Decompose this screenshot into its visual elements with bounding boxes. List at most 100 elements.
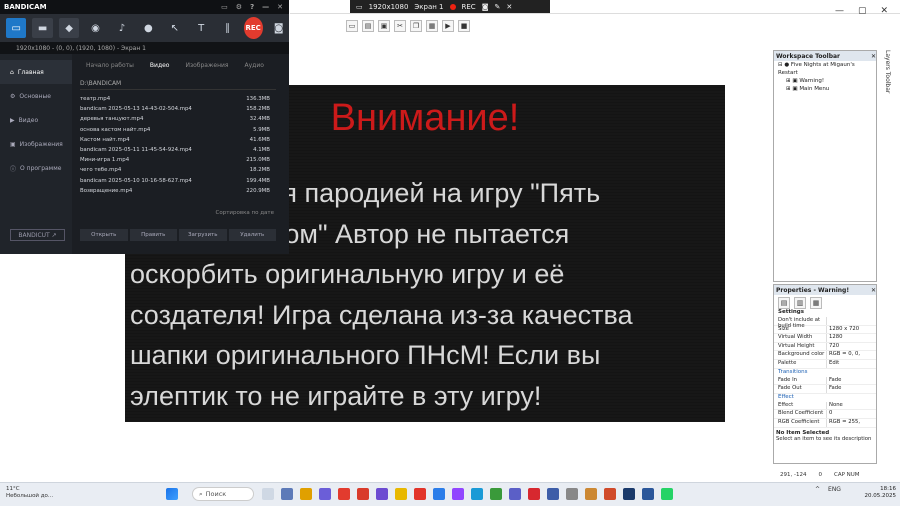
new-icon[interactable]: ▭ bbox=[346, 20, 358, 32]
yandex-icon[interactable] bbox=[338, 488, 350, 500]
tree-root[interactable]: ⊟ ● Five Nights at Migaun's Restart bbox=[778, 61, 876, 77]
folder-icon[interactable]: ▭ bbox=[221, 3, 228, 11]
sidebar-item-images[interactable]: ▣ Изображения bbox=[0, 132, 72, 156]
settings-tab-icon[interactable]: ▤ bbox=[778, 297, 790, 309]
close-icon[interactable]: ✕ bbox=[277, 3, 283, 11]
output-path[interactable]: D:\BANDICAM bbox=[80, 80, 276, 90]
speaker-icon[interactable]: ♪ bbox=[112, 18, 132, 38]
app-icon[interactable] bbox=[319, 488, 331, 500]
tab-audio[interactable]: Аудио bbox=[245, 62, 264, 76]
pencil-icon[interactable]: ✎ bbox=[495, 3, 501, 11]
tree-item-main-menu[interactable]: ⊞ ▣ Main Menu bbox=[778, 85, 876, 93]
property-row[interactable]: Virtual Height 720 bbox=[774, 342, 876, 352]
close-icon[interactable]: ✕ bbox=[871, 287, 876, 294]
explorer-icon[interactable] bbox=[300, 488, 312, 500]
sidebar-item-about[interactable]: ⓘ О программе bbox=[0, 156, 72, 180]
camera-icon[interactable]: ◙ bbox=[269, 18, 289, 38]
property-row[interactable]: Background color RGB = 0, 0, bbox=[774, 351, 876, 360]
powerpoint-icon[interactable] bbox=[604, 488, 616, 500]
property-row[interactable]: Fade Out Fade bbox=[774, 385, 876, 394]
tab-getting-started[interactable]: Начало работы bbox=[86, 62, 134, 76]
tab-video[interactable]: Видео bbox=[150, 62, 170, 76]
property-row[interactable]: RGB Coefficient RGB = 255, bbox=[774, 418, 876, 428]
app-icon[interactable] bbox=[452, 488, 464, 500]
app-icon[interactable] bbox=[357, 488, 369, 500]
layers-toolbar-tab[interactable]: Layers Toolbar bbox=[879, 50, 891, 110]
word-icon[interactable] bbox=[642, 488, 654, 500]
file-row[interactable]: Кастом найт.mp4 41.6MB bbox=[80, 137, 270, 147]
screen-mode-button[interactable]: ▭ bbox=[6, 18, 27, 38]
taskview-icon[interactable] bbox=[262, 488, 274, 500]
app-icon[interactable] bbox=[547, 488, 559, 500]
app-icon[interactable] bbox=[585, 488, 597, 500]
taskbar-search[interactable]: ⌕ Поиск bbox=[192, 487, 254, 501]
chevron-up-icon[interactable]: ^ bbox=[815, 486, 820, 493]
language-indicator[interactable]: ENG bbox=[828, 486, 841, 493]
help-icon[interactable]: ? bbox=[250, 3, 254, 11]
photoshop-icon[interactable] bbox=[623, 488, 635, 500]
sidebar-item-general[interactable]: ⚙ Основные bbox=[0, 84, 72, 108]
property-row[interactable]: Virtual Width 1280 bbox=[774, 334, 876, 343]
property-row[interactable]: Size 1280 x 720 bbox=[774, 325, 876, 335]
chrome-icon[interactable] bbox=[490, 488, 502, 500]
opera-icon[interactable] bbox=[414, 488, 426, 500]
file-row[interactable]: театр.mp4 136.3MB bbox=[80, 96, 270, 106]
app-icon[interactable] bbox=[566, 488, 578, 500]
file-row[interactable]: Возвращение.mp4 220.9MB bbox=[80, 188, 270, 198]
sidebar-item-video[interactable]: ▶ Видео bbox=[0, 108, 72, 132]
maximize-icon[interactable]: ▢ bbox=[858, 6, 867, 16]
play-icon[interactable]: ▶ bbox=[442, 20, 454, 32]
app-icon[interactable] bbox=[281, 488, 293, 500]
open-button[interactable]: Открыть bbox=[80, 229, 128, 241]
delete-button[interactable]: Удалить bbox=[228, 229, 276, 241]
rec-button[interactable]: REC bbox=[243, 17, 263, 39]
edge-icon[interactable] bbox=[471, 488, 483, 500]
property-row[interactable]: Effect None bbox=[774, 401, 876, 411]
tree-item-warning[interactable]: ⊞ ▣ Warning! bbox=[778, 77, 876, 85]
stop-icon[interactable]: ■ bbox=[458, 20, 470, 32]
edit-button[interactable]: Править bbox=[129, 229, 177, 241]
camera-icon[interactable]: ◙ bbox=[482, 3, 489, 11]
gear-icon[interactable]: ⚙ bbox=[236, 3, 242, 11]
app-icon[interactable] bbox=[376, 488, 388, 500]
whatsapp-icon[interactable] bbox=[661, 488, 673, 500]
app-icon[interactable] bbox=[509, 488, 521, 500]
hdmi-mode-button[interactable]: ▬ bbox=[32, 18, 53, 38]
bandicam-icon[interactable] bbox=[528, 488, 540, 500]
minimize-icon[interactable]: — bbox=[262, 3, 269, 11]
webcam-icon[interactable]: ◉ bbox=[85, 18, 105, 38]
weather-widget[interactable]: 11°C Небольшой до... bbox=[6, 486, 53, 500]
taskbar-clock[interactable]: 18:16 20.05.2025 bbox=[862, 486, 897, 500]
text-icon[interactable]: T bbox=[191, 18, 211, 38]
file-row[interactable]: bandicam 2025-05-11 11-45-54-924.mp4 4.1M… bbox=[80, 147, 270, 157]
rec-label[interactable]: REC bbox=[462, 3, 476, 11]
file-row[interactable]: Мини-игра 1.mp4 215.0MB bbox=[80, 157, 270, 167]
cut-icon[interactable]: ✂ bbox=[394, 20, 406, 32]
paste-icon[interactable]: ▦ bbox=[426, 20, 438, 32]
property-row[interactable]: Blend Coefficient 0 bbox=[774, 410, 876, 419]
copy-icon[interactable]: ❐ bbox=[410, 20, 422, 32]
close-icon[interactable]: ✕ bbox=[871, 53, 876, 60]
display-tab-icon[interactable]: ▥ bbox=[794, 297, 806, 309]
open-icon[interactable]: ▤ bbox=[362, 20, 374, 32]
game-mode-button[interactable]: ◆ bbox=[58, 18, 80, 38]
sort-label[interactable]: Сортировка по дате bbox=[180, 210, 274, 216]
tab-images[interactable]: Изображения bbox=[185, 62, 228, 76]
file-row[interactable]: bandicam 2025-05-10 10-16-58-627.mp4 199.… bbox=[80, 178, 270, 188]
save-icon[interactable]: ▣ bbox=[378, 20, 390, 32]
property-row[interactable]: Palette Edit bbox=[774, 359, 876, 369]
sidebar-item-home[interactable]: ⌂ Главная bbox=[0, 60, 72, 84]
app-icon[interactable] bbox=[433, 488, 445, 500]
file-row[interactable]: деревья танцуют.mp4 32.4MB bbox=[80, 116, 270, 126]
property-row[interactable]: Fade In Fade bbox=[774, 376, 876, 386]
file-row[interactable]: основа кастом найт.mp4 5.9MB bbox=[80, 127, 270, 137]
upload-button[interactable]: Загрузить bbox=[179, 229, 227, 241]
mic-icon[interactable]: ● bbox=[138, 18, 158, 38]
pause-icon[interactable]: ∥ bbox=[217, 18, 237, 38]
cursor-icon[interactable]: ↖ bbox=[165, 18, 185, 38]
property-row[interactable]: Don't include at build time bbox=[774, 317, 876, 329]
runtime-tab-icon[interactable]: ▦ bbox=[810, 297, 822, 309]
file-row[interactable]: чего тебе.mp4 18.2MB bbox=[80, 167, 270, 177]
close-icon[interactable]: ✕ bbox=[506, 3, 512, 11]
windows-start-icon[interactable] bbox=[166, 488, 178, 502]
